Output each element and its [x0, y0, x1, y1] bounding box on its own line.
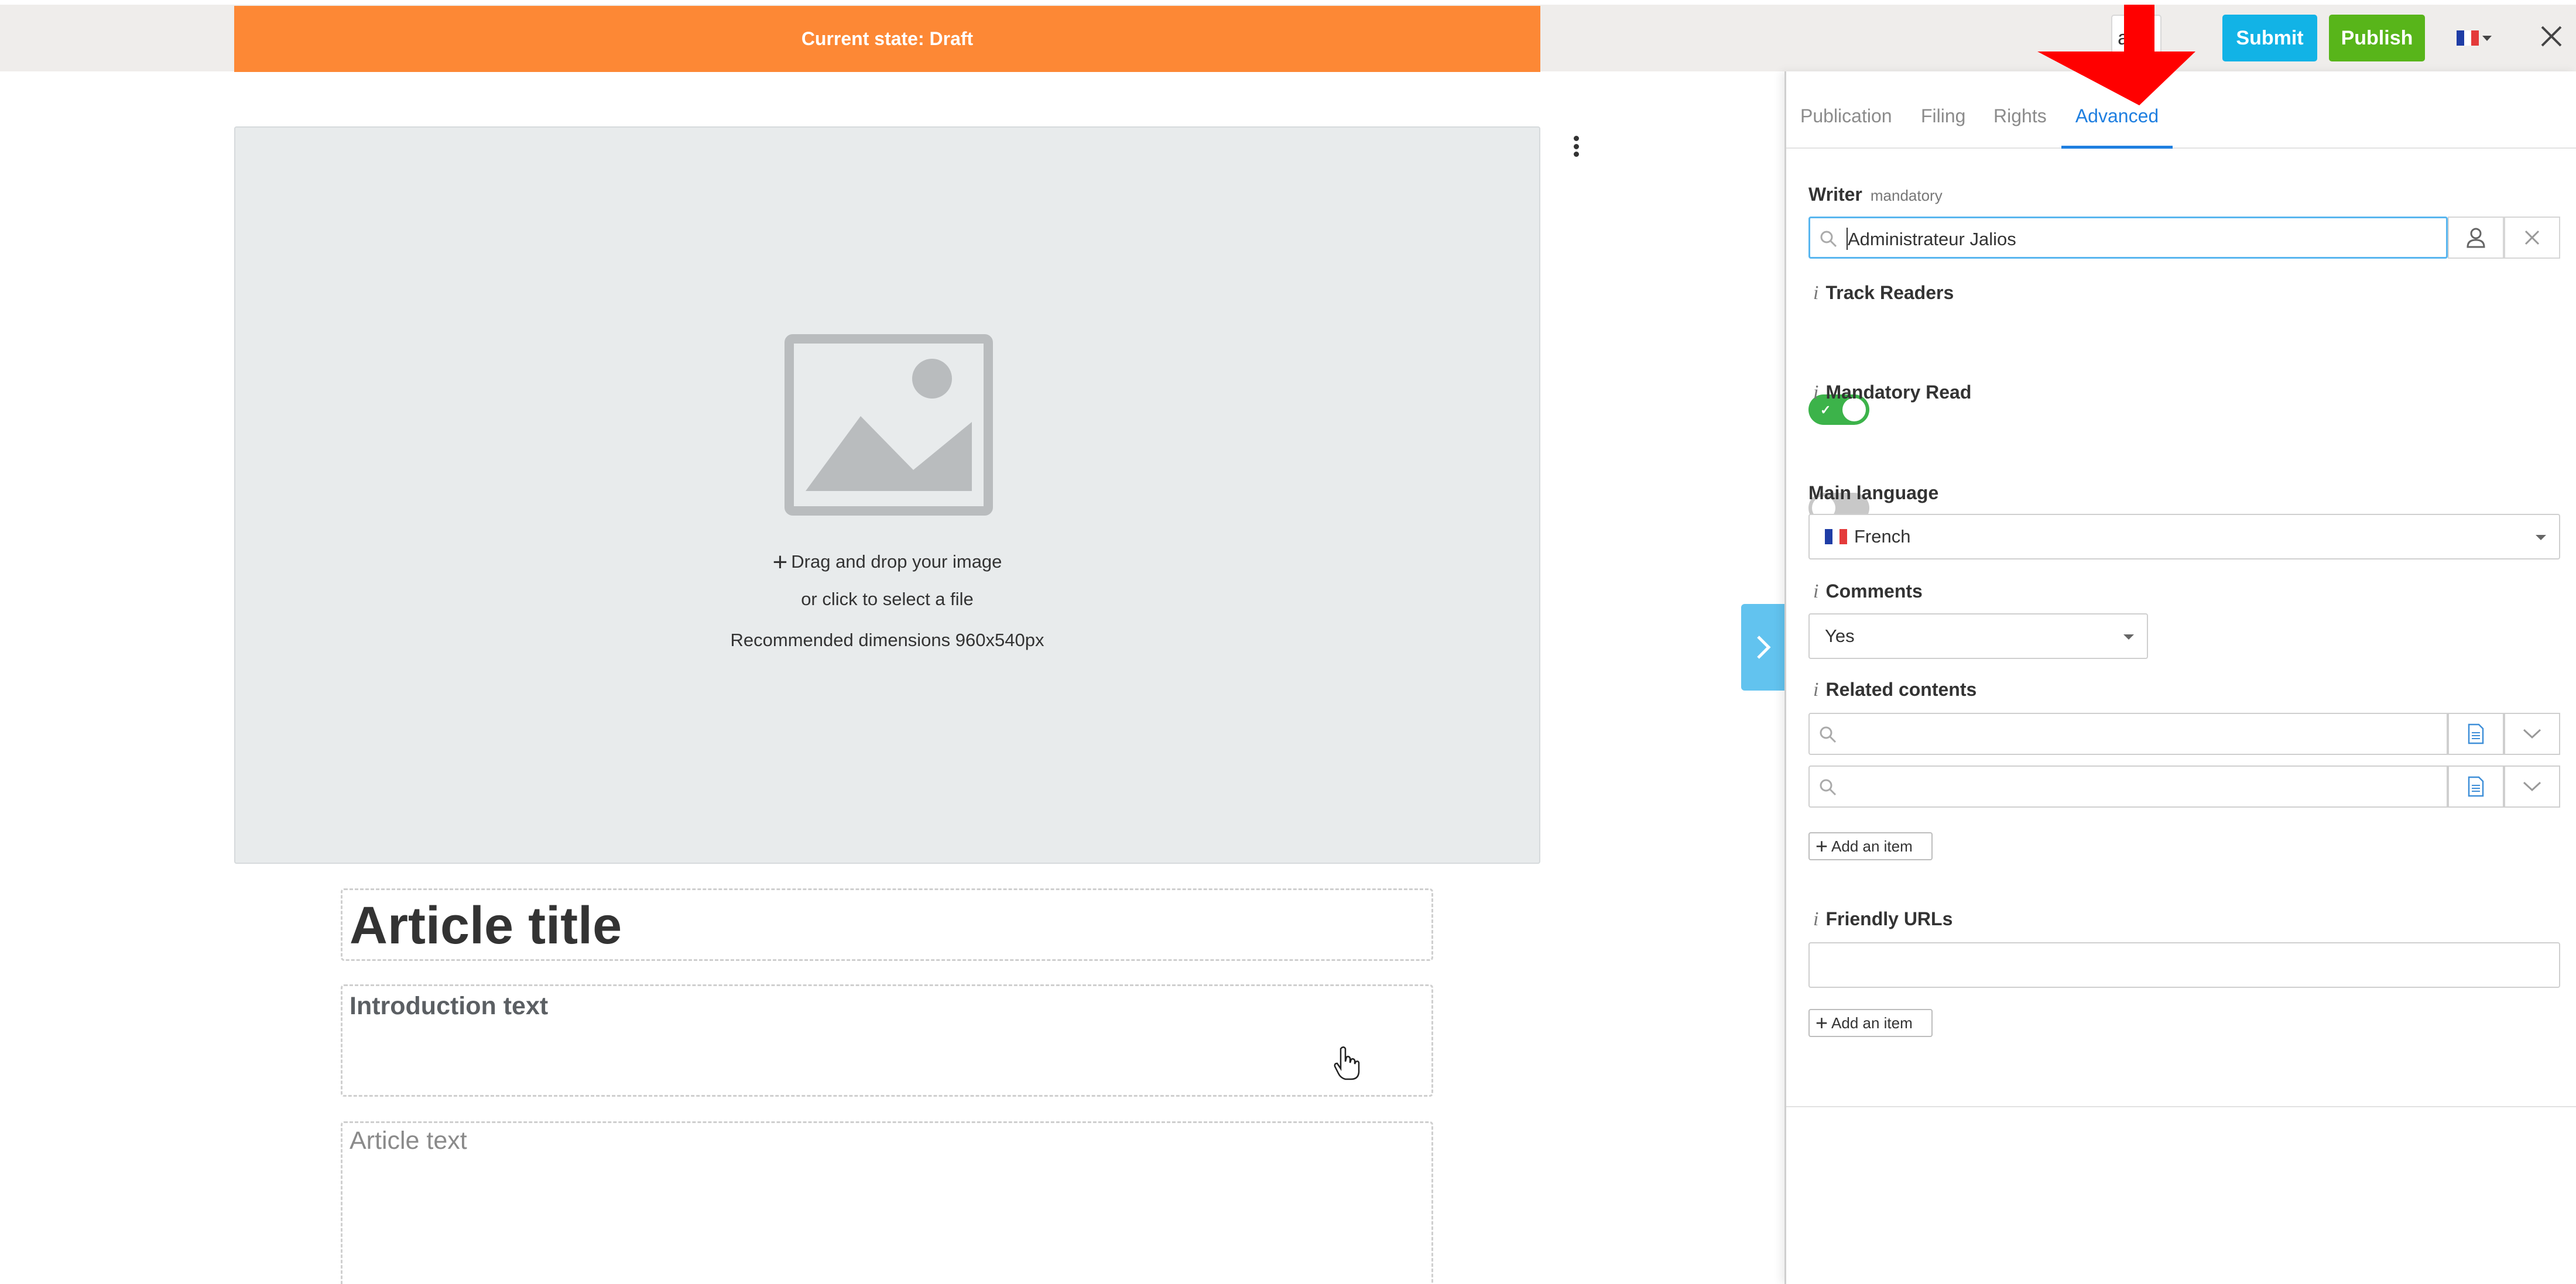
info-icon: i: [1813, 581, 1819, 602]
search-icon: [1820, 231, 1837, 248]
mandatory-read-label: i Mandatory Read: [1813, 382, 1972, 403]
writer-value: Administrateur Jalios: [1848, 229, 2016, 249]
publish-button-label: Publish: [2341, 26, 2413, 49]
comments-value: Yes: [1825, 626, 1855, 646]
article-title-placeholder: Article title: [350, 897, 622, 955]
chevron-right-icon: [1757, 636, 1771, 659]
info-icon: i: [1813, 908, 1819, 930]
image-drop-zone[interactable]: + Drag and drop your image or click to se…: [234, 126, 1540, 864]
clear-writer-button[interactable]: [2504, 217, 2560, 259]
add-related-item-button[interactable]: + Add an item: [1808, 832, 1933, 860]
recommended-dimensions-text: Recommended dimensions 960x540px: [730, 630, 1044, 650]
main-language-label: Main language: [1808, 482, 1939, 503]
french-flag-icon: [1825, 529, 1848, 544]
info-icon: i: [1813, 679, 1819, 701]
publish-button[interactable]: Publish: [2329, 15, 2425, 61]
clear-icon: [2524, 230, 2540, 245]
state-text: Current state: Draft: [801, 28, 974, 49]
chevron-down-icon: [2536, 535, 2546, 540]
related-content-input[interactable]: [1808, 713, 2448, 755]
hand-cursor-icon: [1334, 1046, 1360, 1080]
mandatory-hint: mandatory: [1870, 187, 1943, 204]
main-language-value: French: [1854, 526, 1911, 547]
panel-divider: [1786, 1106, 2576, 1107]
search-icon: [1820, 726, 1837, 743]
select-user-button[interactable]: [2448, 217, 2504, 259]
image-placeholder-icon: [785, 334, 993, 516]
submit-button[interactable]: Submit: [2222, 15, 2317, 61]
drop-instructions: + Drag and drop your image: [772, 548, 1002, 576]
add-url-item-button[interactable]: + Add an item: [1808, 1009, 1933, 1037]
info-icon: i: [1813, 382, 1819, 403]
select-file-text: or click to select a file: [801, 589, 974, 609]
chevron-down-icon: [2523, 781, 2541, 792]
browse-document-button[interactable]: [2448, 713, 2504, 755]
related-type-dropdown[interactable]: [2504, 765, 2560, 808]
main-language-select[interactable]: French: [1808, 514, 2560, 559]
document-icon: [2468, 776, 2484, 797]
article-title-field[interactable]: Article title: [341, 888, 1433, 961]
plus-icon: +: [1815, 1011, 1828, 1035]
article-text-field[interactable]: Article text: [341, 1121, 1433, 1284]
browse-document-button[interactable]: [2448, 765, 2504, 808]
panel-tabs: Publication Filing Rights Advanced: [1786, 103, 2576, 149]
properties-panel: Publication Filing Rights Advanced Write…: [1784, 71, 2576, 1284]
close-icon[interactable]: [2537, 22, 2565, 50]
french-flag-icon: [2457, 30, 2479, 46]
introduction-placeholder: Introduction text: [350, 992, 549, 1020]
language-dropdown[interactable]: [2457, 26, 2498, 50]
article-text-placeholder: Article text: [350, 1127, 467, 1155]
writer-label: Writer mandatory: [1808, 184, 1943, 205]
document-icon: [2468, 723, 2484, 744]
tab-advanced[interactable]: Advanced: [2061, 103, 2173, 149]
chevron-down-icon: [2123, 634, 2134, 640]
user-icon: [2467, 228, 2485, 248]
tab-publication[interactable]: Publication: [1800, 103, 1892, 149]
friendly-urls-label: i Friendly URLs: [1813, 908, 1953, 930]
comments-label: i Comments: [1813, 581, 1923, 602]
track-readers-label: i Track Readers: [1813, 282, 1954, 304]
plus-icon: +: [1815, 834, 1828, 858]
comments-select[interactable]: Yes: [1808, 613, 2148, 659]
related-contents-label: i Related contents: [1813, 679, 1977, 701]
friendly-url-input[interactable]: [1808, 942, 2560, 988]
tab-filing[interactable]: Filing: [1921, 103, 1965, 149]
related-content-input[interactable]: [1808, 765, 2448, 808]
info-icon: i: [1813, 282, 1819, 304]
search-icon: [1820, 779, 1837, 796]
tab-rights[interactable]: Rights: [1993, 103, 2047, 149]
chevron-down-icon: [2523, 729, 2541, 739]
writer-input[interactable]: Administrateur Jalios: [1808, 217, 2448, 259]
check-icon: ✓: [1820, 403, 1831, 417]
annotation-arrow-icon: [2037, 5, 2195, 105]
more-options-icon[interactable]: [1569, 133, 1583, 159]
related-type-dropdown[interactable]: [2504, 713, 2560, 755]
submit-button-label: Submit: [2236, 26, 2304, 49]
introduction-field[interactable]: Introduction text: [341, 984, 1433, 1097]
plus-icon: +: [772, 548, 788, 576]
panel-collapse-tab[interactable]: [1741, 604, 1786, 691]
state-banner: Current state: Draft: [234, 6, 1540, 72]
chevron-down-icon: [2482, 35, 2492, 41]
